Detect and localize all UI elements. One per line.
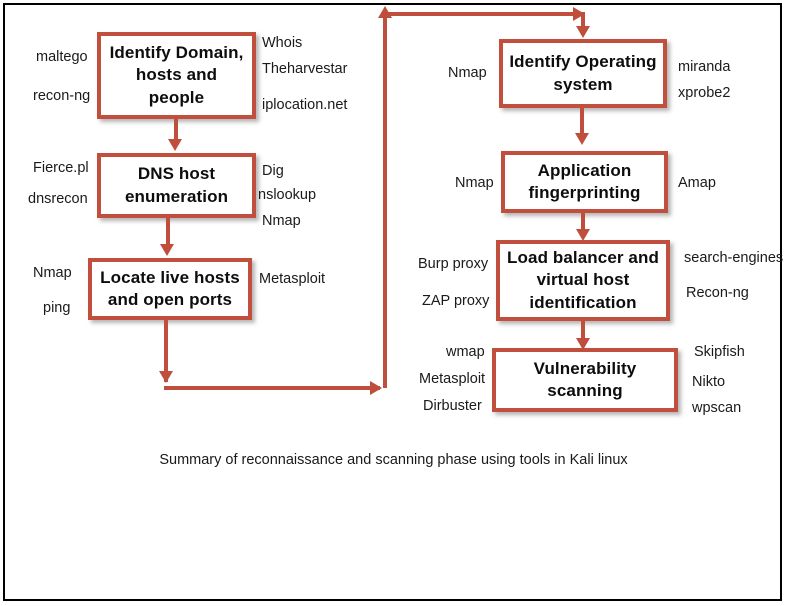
process-box-label: Locate live hosts and open ports (100, 267, 240, 309)
process-box-identify-os[interactable]: Identify Operating system (499, 39, 667, 108)
connector-line-top-horizontal (383, 12, 583, 16)
tool-label-theharvestar: Theharvestar (262, 61, 348, 77)
process-box-label: Application fingerprinting (528, 160, 641, 202)
tool-label-skipfish: Skipfish (694, 344, 745, 360)
tool-label-dnsrecon: dnsrecon (28, 191, 88, 207)
tool-label-ping: ping (43, 300, 71, 316)
tool-label-maltego: maltego (36, 49, 88, 65)
process-box-label: Identify Operating system (509, 52, 657, 94)
process-box-load-balancer[interactable]: Load balancer and virtual host identific… (496, 240, 670, 321)
connector-line-dns-to-locate (166, 218, 170, 245)
tool-label-iplocation-net: iplocation.net (262, 97, 348, 113)
diagram-caption: Summary of reconnaissance and scanning p… (159, 452, 628, 468)
tool-label-recon-ng-lb: Recon-ng (686, 285, 749, 301)
tool-label-search-engines: search-engines (684, 250, 784, 266)
connector-line-bottom-horizontal (164, 386, 380, 390)
tool-label-miranda: miranda (678, 59, 731, 75)
connector-arrowhead-locate-down (159, 371, 173, 383)
tool-label-xprobe2: xprobe2 (678, 85, 731, 101)
connector-line-os-to-appfp (580, 108, 584, 135)
tool-label-nmap-appfp: Nmap (455, 175, 494, 191)
tool-label-metasploit-locate: Metasploit (259, 271, 326, 287)
tool-label-metasploit-vuln: Metasploit (419, 371, 486, 387)
tool-label-fierce-pl: Fierce.pl (33, 160, 89, 176)
connector-arrowhead-bottom-horizontal (370, 381, 382, 395)
process-box-vulnerability-scanning[interactable]: Vulnerability scanning (492, 348, 678, 412)
diagram-canvas: Identify Domain, hosts and people DNS ho… (0, 0, 787, 606)
tool-label-wmap: wmap (446, 344, 485, 360)
connector-line-riser-vertical (383, 16, 387, 388)
tool-label-amap: Amap (678, 175, 716, 191)
process-box-label: Load balancer and virtual host identific… (507, 248, 659, 312)
process-box-locate-live-hosts[interactable]: Locate live hosts and open ports (88, 258, 252, 320)
process-box-label: DNS host enumeration (124, 164, 229, 206)
connector-arrowhead-domain-to-dns (168, 139, 182, 151)
connector-arrowhead-into-identify-os (576, 26, 590, 38)
connector-arrowhead-dns-to-locate (160, 244, 174, 256)
tool-label-dig: Dig (262, 163, 284, 179)
connector-arrowhead-os-to-appfp (575, 133, 589, 145)
tool-label-whois: Whois (262, 35, 303, 51)
tool-label-wpscan: wpscan (692, 400, 742, 416)
process-box-application-fingerprinting[interactable]: Application fingerprinting (501, 151, 668, 213)
tool-label-zap-proxy: ZAP proxy (422, 293, 490, 309)
process-box-label: Vulnerability scanning (533, 358, 637, 400)
tool-label-burp-proxy: Burp proxy (418, 256, 489, 272)
tool-label-nmap-dns: Nmap (262, 213, 301, 229)
tool-label-nslookup: nslookup (258, 187, 317, 203)
process-box-dns-enumeration[interactable]: DNS host enumeration (97, 153, 256, 218)
process-box-identify-domain[interactable]: Identify Domain, hosts and people (97, 32, 256, 119)
tool-label-nmap-locate: Nmap (33, 265, 72, 281)
connector-arrowhead-appfp-to-lb (576, 229, 590, 241)
tool-label-nikto: Nikto (692, 374, 726, 390)
tool-label-nmap-os: Nmap (448, 65, 487, 81)
tool-label-recon-ng: recon-ng (33, 88, 91, 104)
connector-line-domain-to-dns (174, 119, 178, 141)
process-box-label: Identify Domain, hosts and people (109, 43, 244, 107)
connector-arrowhead-lb-to-vuln (576, 338, 590, 350)
tool-label-dirbuster: Dirbuster (423, 398, 482, 414)
